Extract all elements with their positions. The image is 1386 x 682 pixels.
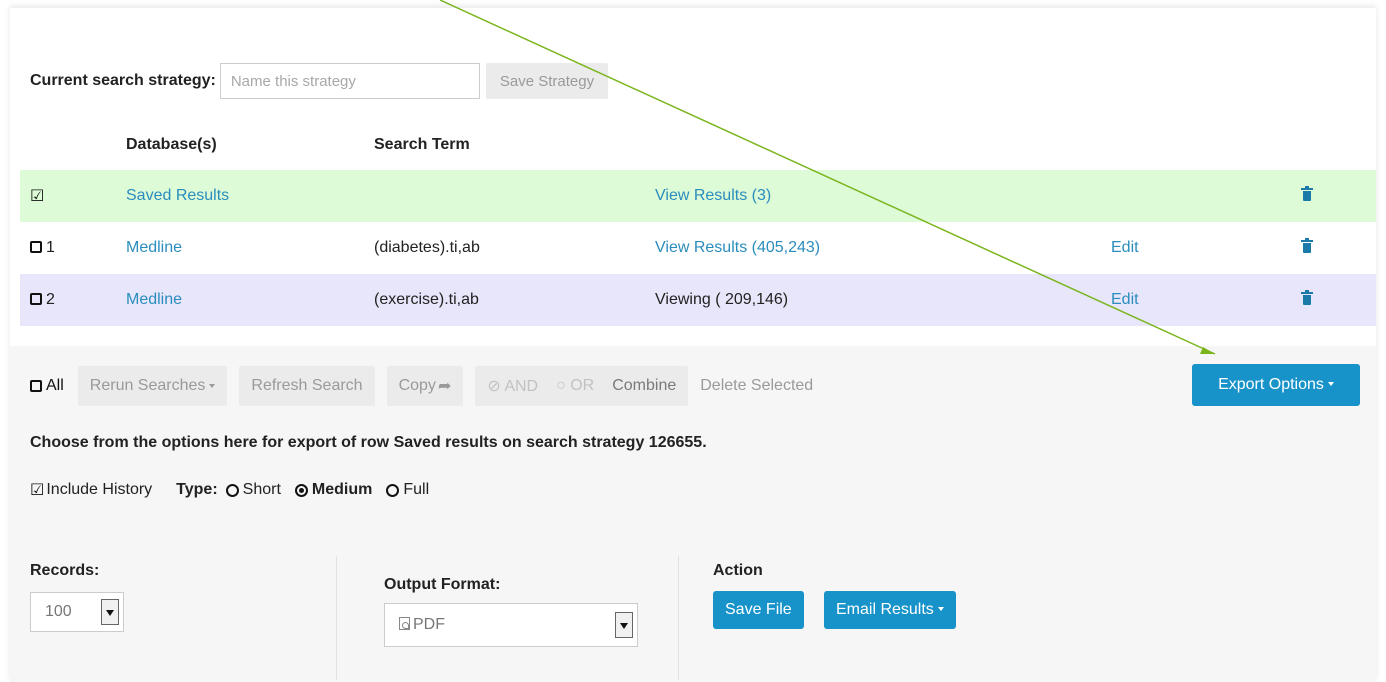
select-arrow-icon[interactable]	[101, 599, 119, 625]
checkbox-icon[interactable]	[30, 293, 42, 305]
column-divider	[678, 556, 679, 680]
records-select[interactable]: 100	[30, 592, 124, 632]
and-radio[interactable]: ⊘ AND	[487, 376, 538, 396]
trash-icon[interactable]	[1301, 237, 1313, 253]
trash-icon[interactable]	[1301, 289, 1313, 305]
check-circle-icon: ⊘	[487, 378, 505, 395]
type-short-radio[interactable]: Short	[225, 481, 281, 499]
table-row-viewing: 2 Medline (exercise).ti,ab Viewing ( 209…	[20, 274, 1376, 326]
search-term: (diabetes).ti,ab	[374, 239, 480, 256]
combine-group: ⊘ AND ○ OR Combine	[475, 366, 689, 406]
records-label: Records:	[30, 562, 100, 579]
check-circle-icon	[294, 483, 308, 497]
caret-down-icon	[1327, 382, 1334, 386]
caret-down-icon	[209, 384, 216, 388]
header-database: Database(s)	[126, 136, 217, 153]
view-results-link[interactable]: View Results (405,243)	[655, 239, 820, 256]
type-full-radio[interactable]: Full	[386, 481, 429, 499]
type-full-label: Full	[403, 481, 430, 498]
viewing-status: Viewing ( 209,146)	[655, 274, 1111, 326]
strategy-bar: Current search strategy: Save Strategy	[30, 62, 609, 100]
include-history-checkbox[interactable]: ☑ Include History	[30, 480, 152, 500]
database-link[interactable]: Saved Results	[126, 187, 229, 204]
save-file-button[interactable]: Save File	[713, 591, 804, 629]
column-divider	[336, 556, 337, 680]
search-term	[374, 170, 655, 222]
strategy-name-input[interactable]	[219, 63, 480, 99]
records-value: 100	[45, 603, 72, 620]
radio-icon	[225, 483, 239, 497]
output-format-value: PDF	[413, 616, 445, 633]
checked-checkbox-icon: ☑	[30, 482, 45, 499]
email-results-label: Email Results	[836, 601, 934, 618]
or-radio[interactable]: ○ OR	[556, 377, 594, 395]
copy-button[interactable]: Copy ➦	[386, 366, 464, 406]
rerun-searches-button[interactable]: Rerun Searches	[77, 366, 228, 406]
row-number: 1	[46, 239, 55, 256]
select-all-label: All	[46, 377, 64, 394]
database-link[interactable]: Medline	[126, 239, 182, 256]
edit-link[interactable]: Edit	[1111, 239, 1139, 256]
delete-selected-button[interactable]: Delete Selected	[700, 377, 813, 395]
select-all-checkbox[interactable]: All	[30, 377, 64, 395]
type-medium-label: Medium	[311, 481, 373, 498]
trash-icon[interactable]	[1301, 185, 1313, 201]
radio-icon	[386, 483, 400, 497]
search-table: Database(s) Search Term ☑ Saved Results …	[20, 120, 1376, 326]
share-arrow-icon: ➦	[437, 378, 452, 395]
caret-down-icon	[937, 607, 944, 611]
type-short-label: Short	[242, 481, 281, 498]
export-options-label: Export Options	[1218, 376, 1324, 393]
output-format-select[interactable]: PDF	[384, 603, 638, 647]
action-label: Action	[713, 562, 763, 579]
refresh-search-button[interactable]: Refresh Search	[239, 366, 375, 406]
view-results-link[interactable]: View Results (3)	[655, 187, 771, 204]
checkbox-icon[interactable]	[30, 380, 42, 392]
select-arrow-icon[interactable]	[615, 612, 633, 638]
checked-checkbox-icon[interactable]: ☑	[30, 186, 44, 206]
table-row: 1 Medline (diabetes).ti,ab View Results …	[20, 222, 1376, 274]
copy-label: Copy	[398, 377, 436, 394]
combine-button[interactable]: Combine	[612, 377, 676, 395]
save-strategy-button[interactable]: Save Strategy	[485, 63, 609, 99]
database-link[interactable]: Medline	[126, 291, 182, 308]
export-type-options: ☑ Include History Type: Short Medium Ful…	[30, 480, 443, 500]
pdf-file-icon	[399, 617, 410, 630]
export-message: Choose from the options here for export …	[30, 434, 707, 451]
edit-link[interactable]: Edit	[1111, 291, 1139, 308]
type-medium-radio[interactable]: Medium	[294, 481, 373, 499]
strategy-label: Current search strategy:	[30, 72, 216, 89]
type-label: Type:	[176, 481, 218, 498]
search-history-panel: Current search strategy: Save Strategy D…	[10, 8, 1376, 682]
export-panel: All Rerun Searches Refresh Search Copy ➦…	[10, 346, 1376, 682]
search-term: (exercise).ti,ab	[374, 274, 655, 326]
checkbox-icon[interactable]	[30, 241, 42, 253]
header-search-term: Search Term	[374, 136, 470, 153]
export-options-button[interactable]: Export Options	[1192, 364, 1360, 406]
row-number: 2	[46, 291, 55, 308]
radio-icon: ○	[556, 377, 571, 394]
table-row-saved: ☑ Saved Results View Results (3)	[20, 170, 1376, 222]
table-header-row: Database(s) Search Term	[20, 120, 1376, 170]
search-toolbar: All Rerun Searches Refresh Search Copy ➦…	[30, 366, 813, 406]
rerun-searches-label: Rerun Searches	[89, 377, 206, 394]
output-format-label: Output Format:	[384, 576, 501, 593]
include-history-label: Include History	[46, 481, 153, 498]
email-results-button[interactable]: Email Results	[824, 591, 956, 629]
